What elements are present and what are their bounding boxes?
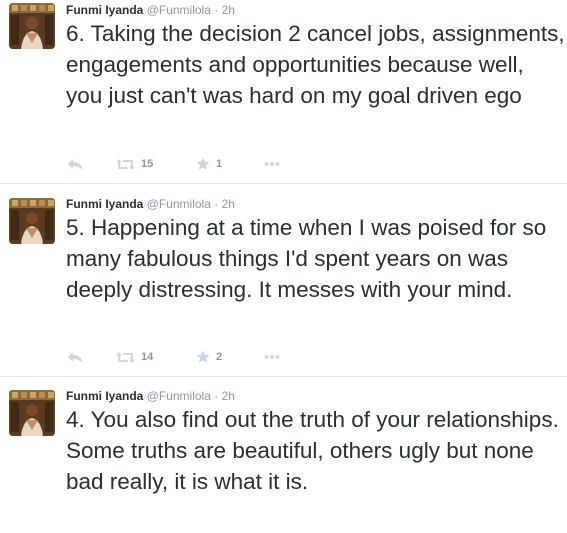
avatar[interactable] [9,3,55,49]
tweet[interactable]: Funmi Iyanda @Funmilola · 2h 5. Happenin… [0,185,567,377]
tweet-timestamp[interactable]: 2h [222,389,235,403]
retweet-button[interactable]: 15 [116,156,153,172]
reply-button[interactable] [67,156,84,172]
reply-button[interactable] [67,349,84,365]
avatar-image [9,3,55,49]
more-icon [264,162,280,166]
retweet-icon [116,351,135,363]
author-name[interactable]: Funmi Iyanda [66,389,143,403]
retweet-button[interactable]: 14 [116,349,153,365]
tweet-actions: 14 2 [64,349,304,365]
tweet-timestamp[interactable]: 2h [222,197,235,211]
tweet-text: 6. Taking the decision 2 cancel jobs, as… [66,21,565,108]
retweet-count: 14 [141,351,154,363]
avatar[interactable] [9,390,55,436]
favorite-button[interactable]: 2 [196,349,222,365]
tweet-text: 5. Happening at a time when I was poised… [66,215,547,302]
separator-dot: · [214,389,219,403]
tweet-header: Funmi Iyanda @Funmilola · 2h [66,389,235,403]
separator-dot: · [214,3,219,17]
avatar-image [9,390,55,436]
avatar-image [9,198,55,244]
reply-icon [68,158,83,170]
favorite-button[interactable]: 1 [196,156,222,172]
author-handle[interactable]: @Funmilola [147,3,211,17]
favorite-count: 1 [216,158,223,170]
reply-icon [68,351,83,363]
more-icon [264,355,280,359]
tweet-feed: Funmi Iyanda @Funmilola · 2h 6. Taking t… [0,0,567,533]
more-options-button[interactable] [264,349,280,365]
more-options-button[interactable] [264,156,280,172]
retweet-count: 15 [141,158,154,170]
avatar[interactable] [9,198,55,244]
star-icon [196,350,210,363]
tweet-timestamp[interactable]: 2h [222,3,235,17]
retweet-icon [116,158,135,170]
separator-dot: · [214,197,219,211]
tweet[interactable]: Funmi Iyanda @Funmilola · 2h 6. Taking t… [0,0,567,184]
favorite-count: 2 [216,351,223,363]
tweet-actions: 15 1 [64,156,304,172]
tweet-text: 4. You also find out the truth of your r… [66,407,559,494]
author-name[interactable]: Funmi Iyanda [66,197,143,211]
author-handle[interactable]: @Funmilola [147,197,211,211]
tweet[interactable]: Funmi Iyanda @Funmilola · 2h 4. You also… [0,378,567,533]
author-handle[interactable]: @Funmilola [147,389,211,403]
author-name[interactable]: Funmi Iyanda [66,3,143,17]
tweet-header: Funmi Iyanda @Funmilola · 2h [66,3,235,17]
star-icon [196,157,210,170]
tweet-header: Funmi Iyanda @Funmilola · 2h [66,197,235,211]
